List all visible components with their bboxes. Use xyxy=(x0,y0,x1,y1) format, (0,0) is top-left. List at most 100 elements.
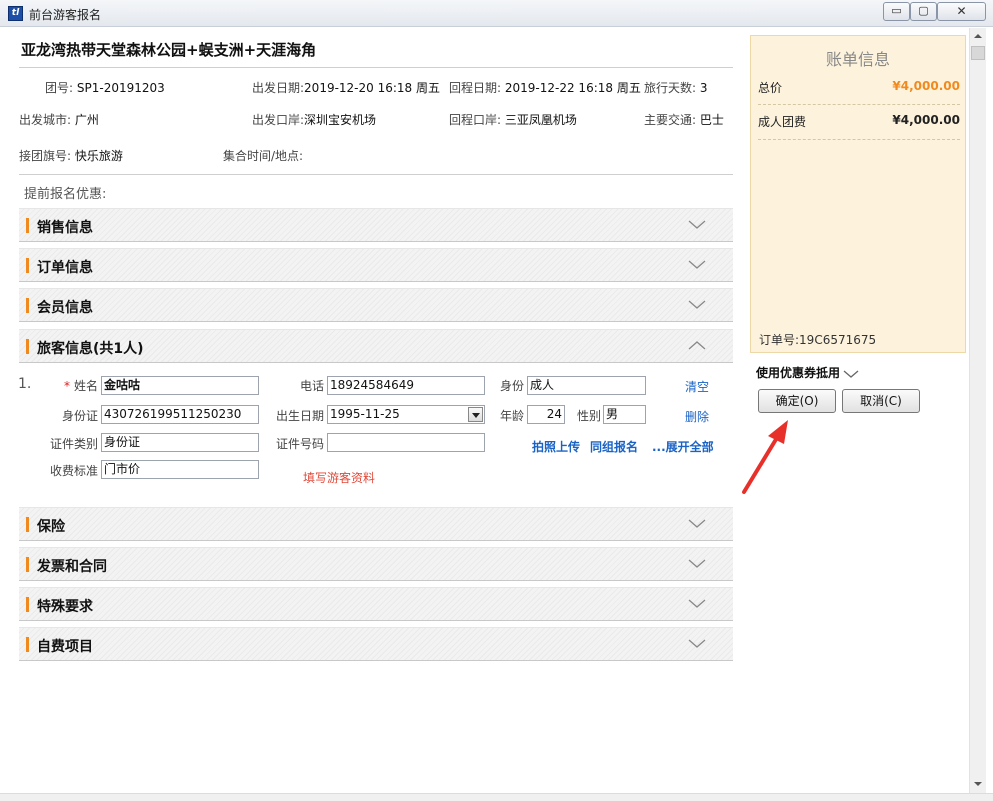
section-order-label: 订单信息 xyxy=(37,260,93,276)
gender-input[interactable]: 男 xyxy=(603,405,646,424)
clear-link[interactable]: 清空 xyxy=(685,378,709,395)
section-invoice-label: 发票和合同 xyxy=(37,559,107,575)
idcard-label: 身份证 xyxy=(61,409,98,423)
bill-total-row: 总价 ¥4,000.00 xyxy=(758,75,960,97)
bill-total-amount: ¥4,000.00 xyxy=(892,79,960,93)
title-bar: tl 前台游客报名 ▭ ▢ ✕ xyxy=(0,0,993,27)
section-extra-items[interactable]: 自费项目 xyxy=(19,627,733,661)
scroll-up-icon[interactable] xyxy=(970,28,986,45)
name-input[interactable]: 金咕咕 xyxy=(101,376,259,395)
meeting-time-place: 集合时间/地点: xyxy=(223,149,304,163)
bill-total-label: 总价 xyxy=(758,81,783,95)
cert-no-input[interactable] xyxy=(327,433,485,452)
delete-link[interactable]: 删除 xyxy=(685,408,709,425)
section-order[interactable]: 订单信息 xyxy=(19,248,733,282)
bill-title: 账单信息 xyxy=(825,50,890,69)
section-marker xyxy=(26,557,29,572)
divider xyxy=(19,67,733,68)
phone-input[interactable]: 18924584649 xyxy=(327,376,485,395)
bill-adult-amount: ¥4,000.00 xyxy=(892,113,960,127)
identity-label: 身份 xyxy=(499,379,524,393)
chevron-down-icon xyxy=(843,370,859,378)
main-content: 亚龙湾热带天堂森林公园+蜈支洲+天涯海角 团号: SP1-20191203 出发… xyxy=(0,28,742,801)
gender-label: 性别 xyxy=(576,409,601,423)
bill-adult-row: 成人团费 ¥4,000.00 xyxy=(758,109,960,131)
dropdown-arrow-icon[interactable] xyxy=(468,407,483,422)
chevron-down-icon xyxy=(688,639,706,648)
name-label: * 姓名 xyxy=(63,379,98,393)
section-marker xyxy=(26,258,29,273)
idcard-input[interactable]: 430726199511250230 xyxy=(101,405,259,424)
expand-all-link[interactable]: ...展开全部 xyxy=(652,438,714,455)
maximize-button[interactable]: ▢ xyxy=(910,2,937,21)
return-date: 回程日期: 2019-12-22 16:18 周五 xyxy=(449,81,641,95)
travel-days: 旅行天数: 3 xyxy=(644,81,708,95)
divider xyxy=(19,174,733,175)
fill-traveler-info-link[interactable]: 填写游客资料 xyxy=(303,469,375,486)
group-flag: 接团旗号: 快乐旅游 xyxy=(19,149,123,163)
divider xyxy=(758,139,960,140)
age-label: 年龄 xyxy=(499,409,524,423)
identity-input[interactable]: 成人 xyxy=(527,376,646,395)
section-special-label: 特殊要求 xyxy=(37,599,93,615)
birth-date-value: 1995-11-25 xyxy=(330,407,400,421)
section-marker xyxy=(26,637,29,652)
depart-date: 出发日期:2019-12-20 16:18 周五 xyxy=(252,81,440,95)
status-bar xyxy=(0,793,993,801)
early-signup-promo: 提前报名优惠: xyxy=(24,187,107,202)
bill-panel: 账单信息 总价 ¥4,000.00 成人团费 ¥4,000.00 订单号:19C… xyxy=(750,35,966,353)
cancel-button[interactable]: 取消(C) xyxy=(842,389,920,413)
phone-label: 电话 xyxy=(299,379,324,393)
section-travelers-label: 旅客信息(共1人) xyxy=(37,341,144,357)
chevron-down-icon xyxy=(688,599,706,608)
section-insurance[interactable]: 保险 xyxy=(19,507,733,541)
section-special-requests[interactable]: 特殊要求 xyxy=(19,587,733,621)
depart-city: 出发城市: 广州 xyxy=(19,113,99,127)
vertical-scrollbar[interactable] xyxy=(969,28,986,793)
annotation-arrow-icon xyxy=(742,420,788,494)
section-sales-label: 销售信息 xyxy=(37,220,93,236)
group-no: 团号: SP1-20191203 xyxy=(45,81,165,95)
section-marker xyxy=(26,218,29,233)
tour-title: 亚龙湾热带天堂森林公园+蜈支洲+天涯海角 xyxy=(21,41,317,59)
section-marker xyxy=(26,298,29,313)
fee-standard-input[interactable]: 门市价 xyxy=(101,460,259,479)
cert-type-label: 证件类别 xyxy=(49,437,98,451)
age-input[interactable]: 24 xyxy=(527,405,565,424)
window-title: 前台游客报名 xyxy=(29,8,102,22)
cert-type-input[interactable]: 身份证 xyxy=(101,433,259,452)
section-marker xyxy=(26,517,29,532)
depart-port: 出发口岸:深圳宝安机场 xyxy=(252,113,377,127)
scroll-thumb[interactable] xyxy=(971,46,985,60)
chevron-down-icon xyxy=(688,519,706,528)
same-group-signup-link[interactable]: 同组报名 xyxy=(590,438,638,455)
chevron-down-icon xyxy=(688,220,706,229)
divider xyxy=(758,104,960,105)
cert-no-label: 证件号码 xyxy=(275,437,324,451)
chevron-up-icon xyxy=(688,341,706,350)
section-travelers[interactable]: 旅客信息(共1人) xyxy=(19,329,733,363)
photo-upload-link[interactable]: 拍照上传 xyxy=(532,438,580,455)
bill-adult-label: 成人团费 xyxy=(758,115,807,129)
section-insurance-label: 保险 xyxy=(37,519,65,535)
birth-date-label: 出生日期 xyxy=(275,409,324,423)
section-member-label: 会员信息 xyxy=(37,300,93,316)
confirm-button[interactable]: 确定(O) xyxy=(758,389,836,413)
main-transport: 主要交通: 巴士 xyxy=(644,113,724,127)
section-marker xyxy=(26,597,29,612)
section-marker xyxy=(26,339,29,354)
traveler-index: 1. xyxy=(18,376,32,392)
section-invoice-contract[interactable]: 发票和合同 xyxy=(19,547,733,581)
minimize-button[interactable]: ▭ xyxy=(883,2,910,21)
use-coupon-toggle[interactable]: 使用优惠券抵用 xyxy=(756,364,859,381)
scroll-down-icon[interactable] xyxy=(970,776,986,793)
order-number: 订单号:19C6571675 xyxy=(759,333,877,347)
section-sales[interactable]: 销售信息 xyxy=(19,208,733,242)
birth-date-select[interactable]: 1995-11-25 xyxy=(327,405,485,424)
use-coupon-label: 使用优惠券抵用 xyxy=(756,366,841,380)
section-extra-label: 自费项目 xyxy=(37,639,93,655)
fee-standard-label: 收费标准 xyxy=(49,464,98,478)
close-button[interactable]: ✕ xyxy=(937,2,986,21)
section-member[interactable]: 会员信息 xyxy=(19,288,733,322)
chevron-down-icon xyxy=(688,559,706,568)
